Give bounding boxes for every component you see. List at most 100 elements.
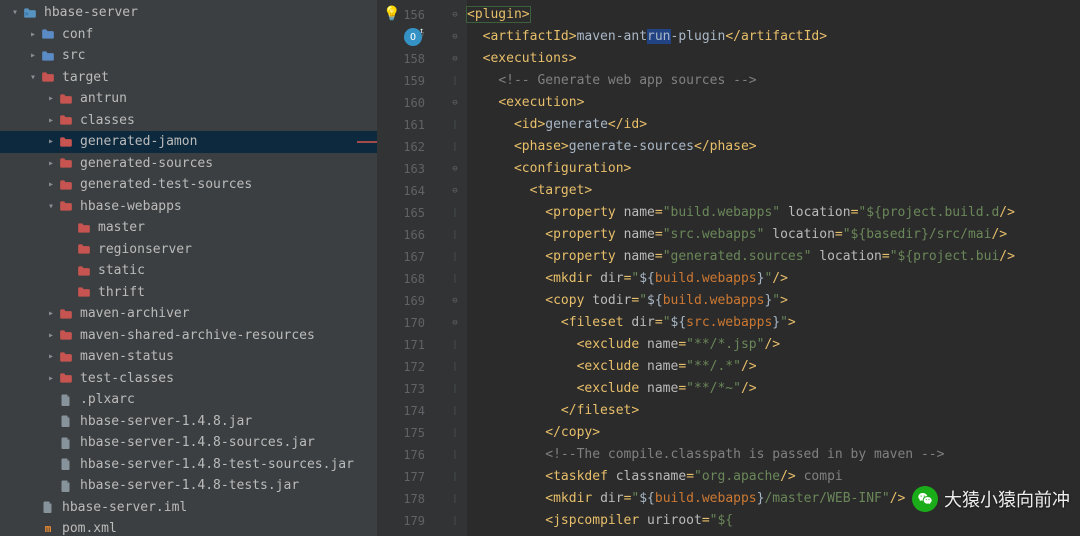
tree-arrow-icon[interactable]: ▾	[8, 7, 22, 18]
code-line[interactable]: <jspcompiler uriroot="${	[467, 510, 1080, 532]
tree-arrow-icon[interactable]: ▸	[44, 179, 58, 190]
fold-handle[interactable]: ⊖	[443, 180, 467, 202]
tree-item[interactable]: mpom.xml	[0, 518, 377, 536]
fold-handle[interactable]: |	[443, 400, 467, 422]
tree-arrow-icon[interactable]: ▸	[44, 115, 58, 126]
tree-item[interactable]: ▾hbase-webapps	[0, 196, 377, 218]
code-line[interactable]: <execution>	[467, 92, 1080, 114]
tree-item[interactable]: hbase-server-1.4.8-sources.jar	[0, 432, 377, 454]
tree-arrow-icon[interactable]: ▸	[44, 351, 58, 362]
tree-item[interactable]: ▸maven-status	[0, 346, 377, 368]
code-line[interactable]: <exclude name="**/*.jsp"/>	[467, 334, 1080, 356]
fold-handle[interactable]: ⊖	[443, 48, 467, 70]
fold-handle[interactable]: |	[443, 444, 467, 466]
tree-arrow-icon[interactable]: ▸	[44, 158, 58, 169]
fold-handle[interactable]: ⊖	[443, 92, 467, 114]
tree-arrow-icon[interactable]: ▸	[44, 308, 58, 319]
tree-arrow-icon[interactable]: ▸	[26, 29, 40, 40]
code-line[interactable]: <!--The compile.classpath is passed in b…	[467, 444, 1080, 466]
tree-item[interactable]: ▸ classes	[0, 110, 377, 132]
tree-arrow-icon[interactable]: ▸	[44, 93, 58, 104]
fold-handle[interactable]: |	[443, 356, 467, 378]
tree-item[interactable]: .plxarc	[0, 389, 377, 411]
tree-item[interactable]: ▾target	[0, 67, 377, 89]
tree-item[interactable]: ▸ antrun	[0, 88, 377, 110]
fold-handle[interactable]: |	[443, 422, 467, 444]
code-line[interactable]: <target>	[467, 180, 1080, 202]
fold-handle[interactable]: |	[443, 246, 467, 268]
tree-item-label: classes	[80, 113, 135, 128]
code-line[interactable]: <property name="generated.sources" locat…	[467, 246, 1080, 268]
tree-item[interactable]: ▸src	[0, 45, 377, 67]
tree-item-label: regionserver	[98, 242, 192, 257]
code-line[interactable]: <executions>	[467, 48, 1080, 70]
override-gutter-icon[interactable]: O↑	[404, 28, 422, 46]
tree-item[interactable]: hbase-server-1.4.8-test-sources.jar	[0, 454, 377, 476]
tree-item[interactable]: ▾hbase-server	[0, 2, 377, 24]
code-content[interactable]: <plugin> <artifactId>maven-antrun-plugin…	[467, 0, 1080, 536]
folder-icon	[58, 199, 74, 213]
tree-item[interactable]: static	[0, 260, 377, 282]
code-line[interactable]: <phase>generate-sources</phase>	[467, 136, 1080, 158]
fold-handle[interactable]: ⊖	[443, 4, 467, 26]
fold-handle[interactable]: ⊖	[443, 312, 467, 334]
tree-arrow-icon[interactable]: ▸	[44, 373, 58, 384]
tree-item-label: hbase-server-1.4.8-tests.jar	[80, 478, 299, 493]
code-line[interactable]: <exclude name="**/*~"/>	[467, 378, 1080, 400]
code-line[interactable]: <taskdef classname="org.apache/> compi	[467, 466, 1080, 488]
project-tree[interactable]: ▾hbase-server▸conf▸src▾target ▸ antrun ▸ cla…	[0, 0, 377, 536]
tree-item[interactable]: ▸maven-shared-archive-resources	[0, 325, 377, 347]
code-line[interactable]: <fileset dir="${src.webapps}">	[467, 312, 1080, 334]
tree-item[interactable]: hbase-server.iml	[0, 497, 377, 519]
line-number: 161	[377, 114, 443, 136]
fold-handle[interactable]: |	[443, 224, 467, 246]
code-line[interactable]: <exclude name="**/.*"/>	[467, 356, 1080, 378]
intention-bulb-icon[interactable]: 💡	[383, 6, 400, 22]
fold-handle[interactable]: |	[443, 334, 467, 356]
fold-handle[interactable]: |	[443, 488, 467, 510]
tree-item-label: antrun	[80, 91, 127, 106]
tree-arrow-icon[interactable]: ▾	[44, 201, 58, 212]
tree-item[interactable]: ▸conf	[0, 24, 377, 46]
tree-item[interactable]: ▸maven-archiver	[0, 303, 377, 325]
code-line[interactable]: <copy todir="${build.webapps}">	[467, 290, 1080, 312]
tree-arrow-icon[interactable]: ▾	[26, 72, 40, 83]
fold-handle[interactable]: |	[443, 70, 467, 92]
tree-item[interactable]: ▸generated-sources	[0, 153, 377, 175]
fold-column[interactable]: ⊖⊖⊖|⊖||⊖⊖||||⊖⊖|||||||||	[443, 0, 467, 536]
code-line[interactable]: <property name="src.webapps" location="$…	[467, 224, 1080, 246]
tree-item[interactable]: master	[0, 217, 377, 239]
fold-handle[interactable]: |	[443, 268, 467, 290]
code-line[interactable]: </fileset>	[467, 400, 1080, 422]
tree-item-label: hbase-server-1.4.8-sources.jar	[80, 435, 315, 450]
line-number: 178	[377, 488, 443, 510]
tree-arrow-icon[interactable]: ▸	[44, 136, 58, 147]
code-line[interactable]: <id>generate</id>	[467, 114, 1080, 136]
fold-handle[interactable]: |	[443, 114, 467, 136]
code-editor[interactable]: 1561571581591601611621631641651661671681…	[377, 0, 1080, 536]
tree-item[interactable]: hbase-server-1.4.8-tests.jar	[0, 475, 377, 497]
code-line[interactable]: <property name="build.webapps" location=…	[467, 202, 1080, 224]
fold-handle[interactable]: |	[443, 202, 467, 224]
tree-item[interactable]: ▸test-classes	[0, 368, 377, 390]
code-line[interactable]: <configuration>	[467, 158, 1080, 180]
fold-handle[interactable]: ⊖	[443, 158, 467, 180]
code-line[interactable]: <mkdir dir="${build.webapps}"/>	[467, 268, 1080, 290]
code-line[interactable]: <plugin>	[467, 4, 1080, 26]
tree-arrow-icon[interactable]: ▸	[26, 50, 40, 61]
tree-item[interactable]: regionserver	[0, 239, 377, 261]
fold-handle[interactable]: |	[443, 466, 467, 488]
fold-handle[interactable]: |	[443, 378, 467, 400]
fold-handle[interactable]: |	[443, 136, 467, 158]
code-line[interactable]: </copy>	[467, 422, 1080, 444]
code-line[interactable]: <artifactId>maven-antrun-plugin</artifac…	[467, 26, 1080, 48]
tree-item[interactable]: hbase-server-1.4.8.jar	[0, 411, 377, 433]
tree-item[interactable]: ▸generated-jamon	[0, 131, 377, 153]
tree-arrow-icon[interactable]: ▸	[44, 330, 58, 341]
tree-item[interactable]: thrift	[0, 282, 377, 304]
fold-handle[interactable]: |	[443, 510, 467, 532]
fold-handle[interactable]: ⊖	[443, 290, 467, 312]
fold-handle[interactable]: ⊖	[443, 26, 467, 48]
code-line[interactable]: <!-- Generate web app sources -->	[467, 70, 1080, 92]
tree-item[interactable]: ▸generated-test-sources	[0, 174, 377, 196]
